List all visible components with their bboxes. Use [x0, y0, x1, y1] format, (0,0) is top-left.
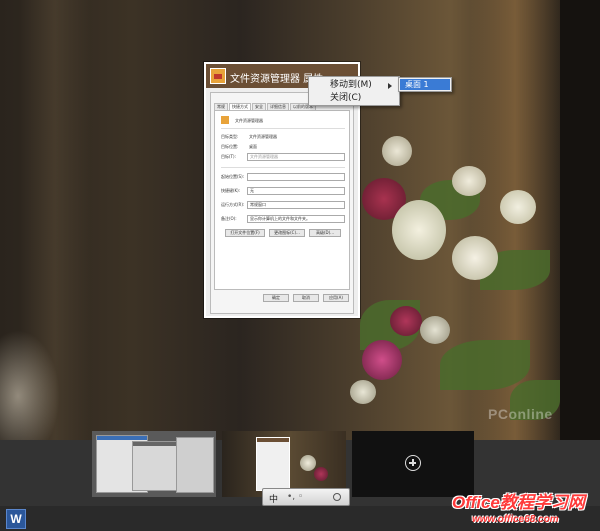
ime-symbols[interactable]: •, ◦	[287, 492, 303, 502]
bouquet-rose-white	[500, 190, 536, 224]
bouquet-rose-white	[392, 200, 446, 260]
bouquet-rose-white	[382, 136, 412, 166]
word-app-icon[interactable]: W	[6, 509, 26, 529]
field-target-type: 目标类型: 文件资源管理器	[221, 134, 277, 139]
properties-dialog: 常规 快捷方式 安全 详细信息 以前的版本 文件资源管理器 目标类型: 文件资源…	[210, 92, 354, 314]
start-in-input[interactable]	[247, 173, 345, 181]
mini-window	[256, 437, 290, 491]
target-input[interactable]: 文件资源管理器	[247, 153, 345, 161]
divider	[221, 128, 345, 129]
site-logo-brand: Office教程学习网	[452, 493, 585, 512]
file-explorer-icon	[221, 116, 229, 124]
field-shortcut-key: 快捷键(K): 无	[221, 187, 347, 195]
bouquet-rose-white	[452, 236, 498, 280]
plus-icon	[405, 455, 421, 471]
shortcut-name: 文件资源管理器	[235, 118, 263, 123]
ok-button[interactable]: 确定	[263, 294, 289, 302]
virtual-desktop-1-thumbnail[interactable]	[92, 431, 216, 497]
apply-button[interactable]: 应用(A)	[323, 294, 349, 302]
cancel-button[interactable]: 取消	[293, 294, 319, 302]
bouquet-bud-white	[350, 380, 376, 404]
bouquet-bud-white	[420, 316, 450, 344]
run-select[interactable]: 常规窗口	[247, 201, 345, 209]
wallpaper-dark-edge	[560, 0, 600, 440]
move-to-submenu: 桌面 1	[398, 77, 452, 92]
file-explorer-icon	[210, 68, 226, 84]
comment-input[interactable]: 显示你计算机上的文件和文件夹。	[247, 215, 345, 223]
bouquet-rose-pink	[362, 340, 402, 380]
menu-item-close[interactable]: 关闭(C)	[310, 92, 398, 105]
advanced-button[interactable]: 高级(D)...	[309, 229, 341, 237]
field-comment: 备注(O): 显示你计算机上的文件和文件夹。	[221, 215, 347, 223]
field-run: 运行方式(R): 常规窗口	[221, 201, 347, 209]
menu-item-move-to[interactable]: 移动到(M)	[310, 79, 398, 92]
menu-item-desktop-1[interactable]: 桌面 1	[400, 79, 450, 90]
submenu-arrow-icon	[388, 83, 392, 89]
change-icon-button[interactable]: 更改图标(C)...	[269, 229, 305, 237]
ime-settings-icon[interactable]	[333, 493, 341, 501]
bouquet-leaf	[440, 340, 530, 390]
divider	[221, 167, 345, 168]
shortcut-pane: 文件资源管理器 目标类型: 文件资源管理器 目标位置: 桌面 目标(T): 文件…	[214, 110, 350, 290]
field-target: 目标(T): 文件资源管理器	[221, 153, 347, 161]
thumbnail-context-menu: 移动到(M) 关闭(C)	[308, 76, 400, 106]
field-start-in: 起始位置(S):	[221, 173, 347, 181]
bouquet-rose-white	[452, 166, 486, 196]
mini-flower	[300, 455, 316, 471]
field-target-location: 目标位置: 桌面	[221, 144, 257, 149]
shortcut-key-input[interactable]: 无	[247, 187, 345, 195]
image-watermark: PConline	[488, 406, 553, 422]
site-logo-url: www.office68.com	[472, 514, 559, 525]
bouquet-rose-pink	[390, 306, 422, 336]
site-logo: Office教程学习网	[452, 488, 598, 514]
mini-window	[176, 437, 214, 493]
mini-flower	[314, 467, 328, 481]
open-file-location-button[interactable]: 打开文件位置(F)	[225, 229, 265, 237]
wallpaper-light-patch	[0, 330, 60, 440]
ime-mode[interactable]: 中	[269, 492, 278, 505]
ime-toolbar[interactable]: 中 •, ◦	[262, 488, 350, 506]
